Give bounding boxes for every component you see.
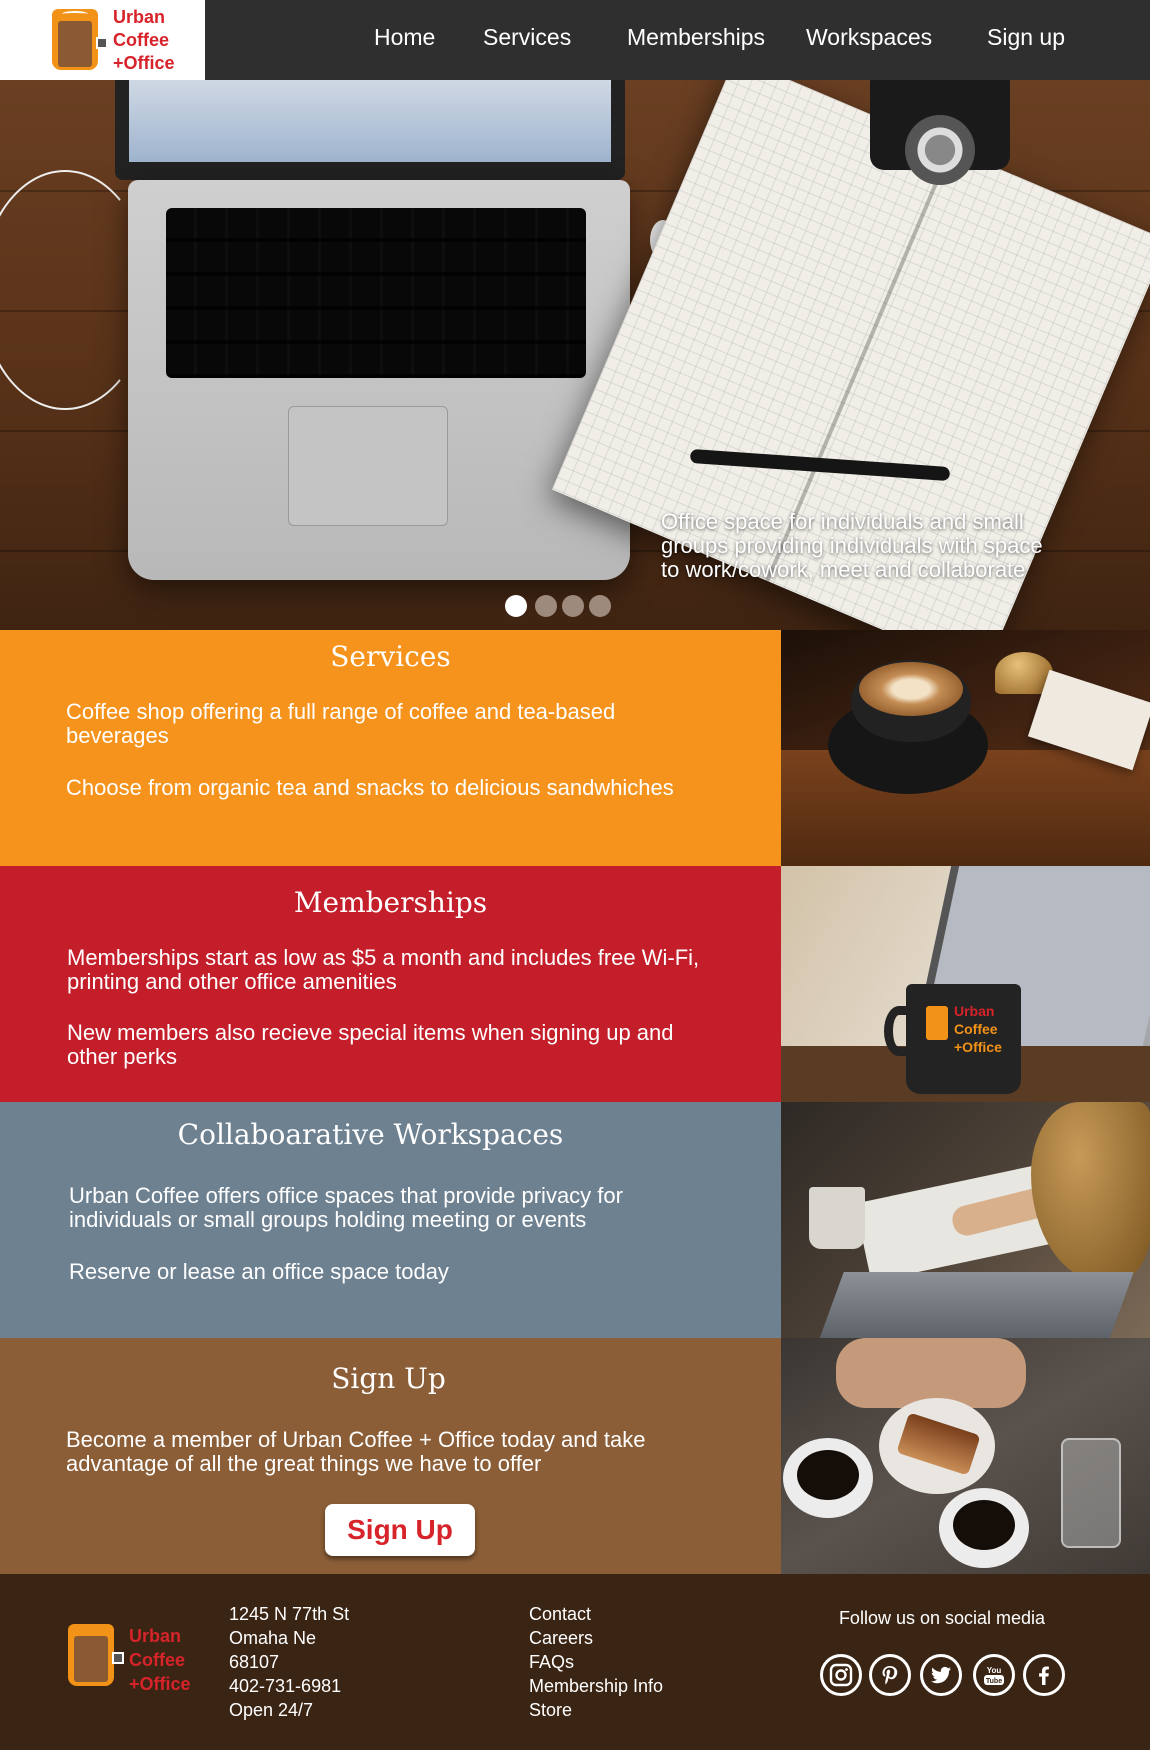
social-heading: Follow us on social media xyxy=(838,1608,1046,1628)
footer-link-membership-info[interactable]: Membership Info xyxy=(529,1674,663,1698)
coffee-and-cake-photo xyxy=(781,1338,1150,1574)
coffee-cup-logo-icon xyxy=(52,9,108,70)
laptop-image xyxy=(128,180,630,580)
hours: Open 24/7 xyxy=(229,1700,314,1720)
carousel-dot-1[interactable] xyxy=(505,595,527,617)
logo-wordmark: Urban Coffee +Office xyxy=(113,7,175,73)
nav-sign-up[interactable]: Sign up xyxy=(987,24,1065,51)
instagram-icon[interactable] xyxy=(820,1654,862,1696)
site-footer: Urban Coffee +Office 1245 N 77th St Omah… xyxy=(0,1574,1150,1750)
services-description: Coffee shop offering a full range of cof… xyxy=(66,699,616,748)
pinterest-icon[interactable] xyxy=(869,1654,911,1696)
facebook-icon[interactable] xyxy=(1023,1654,1065,1696)
sign-up-button[interactable]: Sign Up xyxy=(325,1504,475,1556)
address-zip: 68107 xyxy=(229,1652,280,1672)
address-street: 1245 N 77th St xyxy=(229,1604,350,1624)
svg-text:Tube: Tube xyxy=(986,1678,1002,1685)
carousel-dot-4[interactable] xyxy=(589,595,611,617)
services-detail: Choose from organic tea and snacks to de… xyxy=(66,775,674,800)
nav-home[interactable]: Home xyxy=(374,24,435,51)
footer-link-faqs[interactable]: FAQs xyxy=(529,1650,663,1674)
nav-workspaces[interactable]: Workspaces xyxy=(806,24,932,51)
workspaces-description: Urban Coffee offers office spaces that p… xyxy=(69,1183,623,1232)
memberships-title: Memberships xyxy=(293,886,488,919)
urban-coffee-mug-image: Urban Coffee +Office xyxy=(884,984,1021,1094)
signup-description: Become a member of Urban Coffee + Office… xyxy=(66,1427,646,1476)
phone-number: 402-731-6981 xyxy=(229,1676,342,1696)
footer-link-careers[interactable]: Careers xyxy=(529,1626,663,1650)
signup-title: Sign Up xyxy=(331,1362,446,1395)
top-navigation: Urban Coffee +Office Home Services Membe… xyxy=(0,0,1150,80)
services-title: Services xyxy=(330,640,451,673)
brand-logo[interactable]: Urban Coffee +Office xyxy=(0,0,205,80)
workspaces-cta: Reserve or lease an office space today xyxy=(69,1259,449,1284)
footer-coffee-cup-logo-icon xyxy=(68,1624,124,1686)
svg-text:You: You xyxy=(987,1666,1002,1675)
footer-links: Contact Careers FAQs Membership Info Sto… xyxy=(529,1602,663,1722)
footer-logo-wordmark[interactable]: Urban Coffee +Office xyxy=(129,1624,191,1696)
twitter-icon[interactable] xyxy=(920,1654,962,1696)
carousel-dot-3[interactable] xyxy=(562,595,584,617)
footer-address: 1245 N 77th St Omaha Ne 68107 402-731-69… xyxy=(229,1602,349,1722)
carousel-dot-2[interactable] xyxy=(535,595,557,617)
nav-services[interactable]: Services xyxy=(483,24,571,51)
memberships-perks: New members also recieve special items w… xyxy=(67,1020,674,1069)
laptop-screen-image xyxy=(115,80,625,180)
hero-carousel: Office space for individuals and small g… xyxy=(0,80,1150,630)
services-section: Services Coffee shop offering a full ran… xyxy=(0,630,781,866)
signup-section: Sign Up Become a member of Urban Coffee … xyxy=(0,1338,781,1574)
nav-memberships[interactable]: Memberships xyxy=(627,24,765,51)
youtube-icon[interactable]: You Tube xyxy=(973,1654,1015,1696)
address-city: Omaha Ne xyxy=(229,1628,317,1648)
camera-image xyxy=(870,80,1010,185)
workspaces-title: Collaboarative Workspaces xyxy=(177,1118,564,1151)
branded-mug-photo: Urban Coffee +Office xyxy=(781,866,1150,1102)
workspaces-section: Collaboarative Workspaces Urban Coffee o… xyxy=(0,1102,781,1338)
memberships-description: Memberships start as low as $5 a month a… xyxy=(67,945,700,994)
latte-photo xyxy=(781,630,1150,866)
hero-caption: Office space for individuals and small g… xyxy=(661,509,1043,582)
footer-link-contact[interactable]: Contact xyxy=(529,1602,663,1626)
memberships-section: Memberships Memberships start as low as … xyxy=(0,866,781,1102)
footer-link-store[interactable]: Store xyxy=(529,1698,663,1722)
coworking-photo xyxy=(781,1102,1150,1338)
